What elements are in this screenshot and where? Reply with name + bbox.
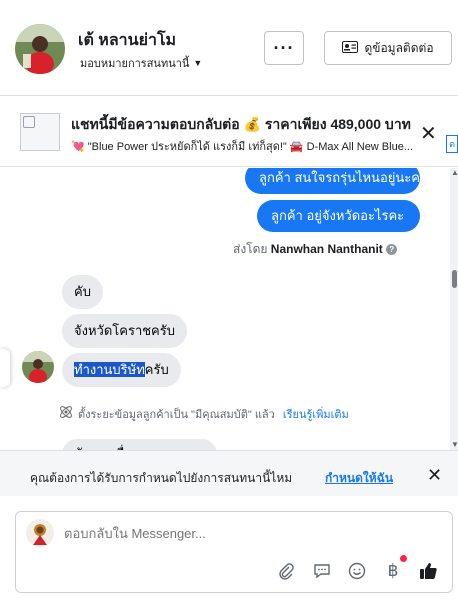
- chat-bubble-icon[interactable]: [311, 560, 333, 582]
- sent-by-prefix: ส่งโดย: [233, 242, 268, 256]
- assign-prompt-bar: คุณต้องการได้รับการกำหนดไปยังการสนทนานี้…: [0, 450, 458, 496]
- thumbs-up-icon[interactable]: [418, 560, 440, 582]
- close-prompt-icon[interactable]: ✕: [427, 465, 442, 486]
- atom-icon: [58, 404, 74, 423]
- ad-reply-banner[interactable]: แชทนี้มีข้อความตอบกลับต่อ 💰 ราคาเพียง 48…: [0, 97, 458, 167]
- incoming-message[interactable]: ทำงานบริษัทครับ: [62, 353, 181, 387]
- thread-scrollbar[interactable]: [450, 168, 458, 450]
- assign-conversation-dropdown[interactable]: มอบหมายการสนทนานี้ ▼: [80, 54, 202, 72]
- ad-subtitle: 💘 "Blue Power ประหยัดก็ได้ แรงก็มี เท่ก็…: [71, 141, 413, 153]
- scroll-up-icon[interactable]: ▲: [451, 168, 458, 177]
- scroll-thumb[interactable]: [452, 270, 457, 288]
- ad-thumbnail: [20, 113, 60, 151]
- learn-more-link[interactable]: เรียนรู้เพิ่มเติม: [283, 405, 349, 423]
- assign-prompt-text: คุณต้องการได้รับการกำหนดไปยังการสนทนานี้…: [30, 471, 293, 485]
- caret-down-icon: ▼: [193, 58, 203, 68]
- info-icon[interactable]: ?: [386, 244, 398, 256]
- view-contact-info-button[interactable]: ดูข้อมูลติดต่อ: [324, 31, 452, 65]
- system-notice: ตั้งระยะข้อมูลลูกค้าเป็น "มีคุณสมบัติ" แ…: [58, 404, 349, 423]
- system-notice-text: ตั้งระยะข้อมูลลูกค้าเป็น "มีคุณสมบัติ" แ…: [78, 408, 275, 421]
- message-text-rest: ครับ: [144, 362, 169, 377]
- message-thread: ลูกค้า สนใจรถรุ่นไหนอยู่นะคะ ลูกค้า อยู่…: [0, 168, 450, 450]
- side-collapse-handle[interactable]: [0, 349, 10, 387]
- assign-to-me-link[interactable]: กำหนดให้ฉัน: [325, 469, 393, 488]
- smiley-icon[interactable]: [346, 560, 368, 582]
- incoming-message[interactable]: คับ: [62, 275, 103, 309]
- contact-avatar[interactable]: [15, 24, 65, 74]
- ad-title: แชทนี้มีข้อความตอบกลับต่อ 💰 ราคาเพียง 48…: [71, 116, 411, 132]
- edge-tab[interactable]: ต: [446, 135, 458, 153]
- more-options-button[interactable]: ···: [264, 31, 304, 65]
- incoming-message[interactable]: นัดเจอเพื่อเสนอราคาและเงื่อนไข: [62, 439, 217, 450]
- outgoing-message[interactable]: ลูกค้า อยู่จังหวัดอะไรคะ: [257, 200, 420, 232]
- notification-dot: [400, 555, 407, 562]
- scroll-down-icon[interactable]: ▼: [451, 440, 458, 449]
- reply-input[interactable]: [64, 526, 364, 541]
- contact-avatar-small[interactable]: [22, 351, 54, 383]
- incoming-message[interactable]: จังหวัดโคราชครับ: [62, 314, 187, 348]
- baht-icon[interactable]: ฿: [382, 560, 404, 582]
- assign-label: มอบหมายการสนทนานี้: [80, 58, 190, 70]
- outgoing-message[interactable]: ลูกค้า สนใจรถรุ่นไหนอยู่นะคะ: [245, 168, 427, 194]
- selected-text: ทำงานบริษัท: [74, 362, 145, 377]
- page-avatar: [26, 519, 54, 547]
- close-banner-icon[interactable]: ✕: [420, 121, 437, 146]
- contact-info-label: ดูข้อมูลติดต่อ: [364, 40, 434, 55]
- paperclip-icon[interactable]: [275, 560, 297, 582]
- sender-name: Nanwhan Nanthanit: [270, 242, 383, 256]
- conversation-header: เต้ หลานย่าโม มอบหมายการสนทนานี้ ▼ ··· ด…: [0, 0, 458, 96]
- reply-composer: ฿: [15, 511, 453, 593]
- sent-by-label: ส่งโดย Nanwhan Nanthanit ?: [233, 240, 398, 259]
- contact-card-icon: [342, 40, 359, 56]
- contact-name: เต้ หลานย่าโม: [78, 32, 177, 49]
